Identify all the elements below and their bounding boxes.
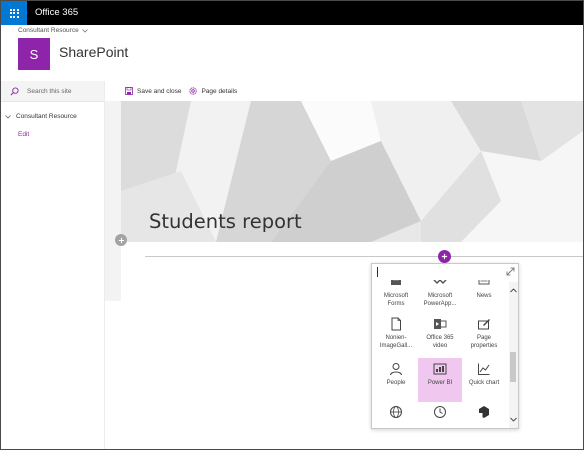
webpart-item[interactable] xyxy=(462,405,506,423)
site-logo[interactable]: S xyxy=(18,38,50,70)
search-icon xyxy=(10,86,19,95)
chart-icon xyxy=(478,363,490,375)
gear-icon xyxy=(189,87,198,95)
canvas-left-gutter xyxy=(105,101,121,301)
webpart-item[interactable]: Nonien- ImageGall... xyxy=(374,317,418,350)
chevron-down-icon xyxy=(5,114,11,119)
breadcrumb-label: Consultant Resource xyxy=(18,27,79,34)
clock-icon xyxy=(434,406,446,418)
command-bar: Save and close Page details xyxy=(105,81,583,102)
webpart-label: News xyxy=(476,293,492,299)
chevron-up-icon[interactable] xyxy=(510,288,517,293)
hero-image: Students report xyxy=(121,101,583,242)
webpart-item[interactable]: Office 365 video xyxy=(418,317,462,350)
power-bi-icon xyxy=(433,363,447,375)
person-icon xyxy=(390,363,402,376)
section-divider xyxy=(145,256,583,257)
webpart-label: Microsoft xyxy=(427,293,453,299)
webpart-label: Nonien- xyxy=(385,335,407,341)
video-icon xyxy=(434,319,447,329)
edit-icon xyxy=(478,319,490,330)
webpart-search-input[interactable] xyxy=(372,264,518,280)
webpart-label: Forms xyxy=(387,300,405,307)
webpart-grid: Microsoft Forms Microsoft PowerApp... Ne… xyxy=(372,264,509,428)
chevron-down-icon[interactable] xyxy=(510,417,517,422)
plus-icon xyxy=(118,237,124,243)
add-webpart-button[interactable] xyxy=(438,250,451,263)
site-search-box[interactable]: Search this site xyxy=(1,81,104,102)
webpart-toolbox: Microsoft Forms Microsoft PowerApp... Ne… xyxy=(371,263,519,429)
webpart-label: Page xyxy=(476,335,491,341)
page-details-label: Page details xyxy=(201,87,238,95)
webpart-label: ImageGall... xyxy=(379,342,413,349)
waffle-icon xyxy=(9,8,19,18)
webpart-label: Office 365 xyxy=(426,335,454,341)
suite-title[interactable]: Office 365 xyxy=(35,1,78,25)
scrollbar-thumb[interactable] xyxy=(510,352,516,382)
webpart-item[interactable]: Quick chart xyxy=(462,360,506,400)
webpart-label: People xyxy=(386,380,406,386)
webpart-item-power-bi[interactable]: Power BI xyxy=(418,358,462,402)
webpart-item[interactable] xyxy=(374,405,418,423)
nav-item-consultant-resource[interactable]: Consultant Resource xyxy=(5,113,77,120)
webpart-item[interactable] xyxy=(418,405,462,423)
app-launcher-button[interactable] xyxy=(1,1,27,25)
plus-icon xyxy=(441,253,448,260)
save-and-close-label: Save and close xyxy=(137,87,182,95)
suite-bar: Office 365 xyxy=(1,1,583,25)
tiles-icon xyxy=(479,406,489,418)
text-caret xyxy=(377,267,378,277)
left-navigation: Search this site Consultant Resource Edi… xyxy=(1,81,105,449)
search-placeholder: Search this site xyxy=(27,87,72,95)
webpart-item[interactable]: People xyxy=(374,360,418,400)
save-and-close-button[interactable]: Save and close xyxy=(125,87,181,95)
breadcrumb[interactable]: Consultant Resource xyxy=(18,27,88,34)
webpart-item[interactable]: Page properties xyxy=(462,317,506,350)
page-details-button[interactable]: Page details xyxy=(189,87,237,95)
browser-frame: Office 365 Consultant Resource S SharePo… xyxy=(0,0,584,450)
site-title[interactable]: SharePoint xyxy=(59,44,128,60)
webpart-label: Power BI xyxy=(427,380,453,386)
edit-nav-link[interactable]: Edit xyxy=(18,131,29,138)
webpart-label: properties xyxy=(470,342,498,349)
webpart-label: Microsoft xyxy=(383,293,409,299)
site-header: Consultant Resource S SharePoint xyxy=(1,25,583,81)
document-icon xyxy=(391,317,401,331)
webpart-label: video xyxy=(432,342,448,349)
webpart-label: PowerApp... xyxy=(423,300,457,307)
webpart-label: Quick chart xyxy=(468,380,500,386)
add-section-button[interactable] xyxy=(115,234,127,246)
chevron-down-icon xyxy=(81,28,88,33)
page-title[interactable]: Students report xyxy=(149,210,302,233)
toolbox-scrollbar[interactable] xyxy=(509,282,518,428)
nav-item-label: Consultant Resource xyxy=(16,113,77,120)
globe-icon xyxy=(390,406,402,418)
save-icon xyxy=(125,87,133,95)
expand-icon[interactable] xyxy=(506,267,515,276)
